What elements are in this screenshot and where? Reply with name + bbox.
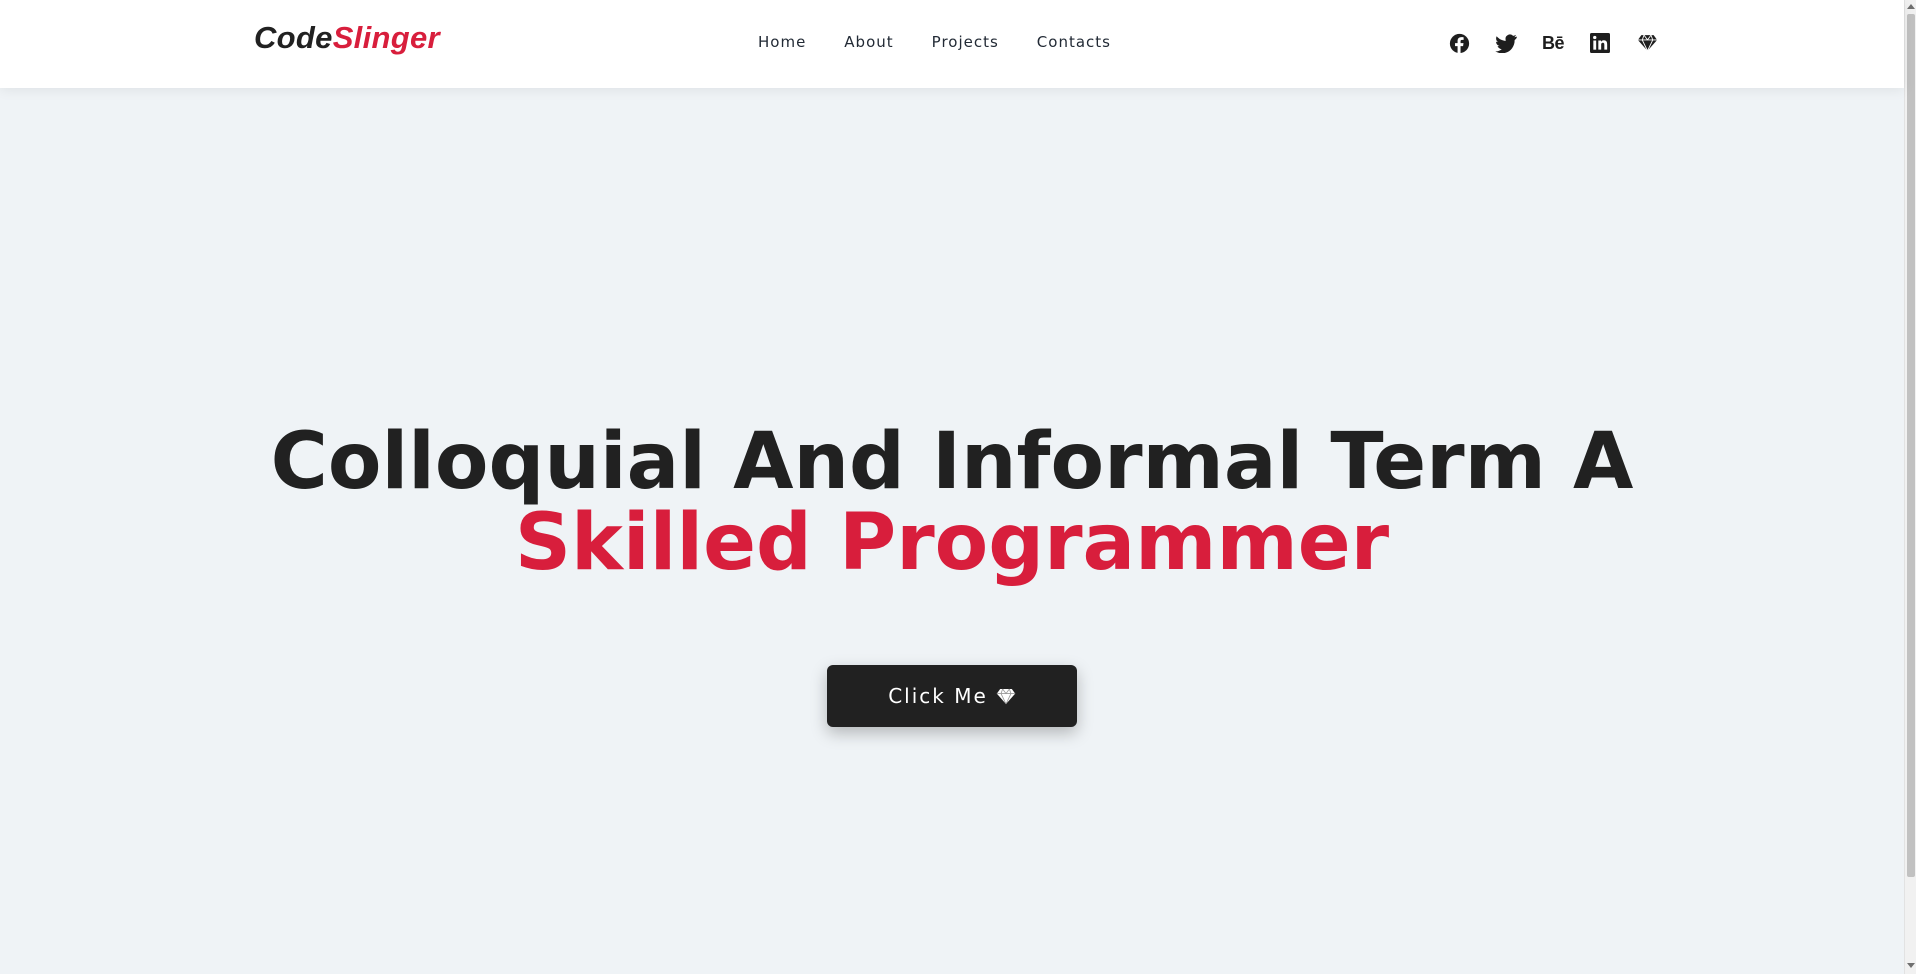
hero-section: Colloquial And Informal Term A Skilled P… <box>0 88 1904 974</box>
twitter-link[interactable] <box>1493 30 1519 56</box>
nav-projects[interactable]: Projects <box>932 33 999 51</box>
logo-part-code: Code <box>254 20 333 55</box>
nav-contacts[interactable]: Contacts <box>1037 33 1111 51</box>
scroll-up-arrow-icon[interactable] <box>1907 4 1915 9</box>
facebook-icon <box>1449 33 1469 54</box>
page: CodeSlinger Home About Projects Contacts… <box>0 0 1904 974</box>
hero-title-line2: Skilled Programmer <box>514 498 1390 588</box>
gem-link[interactable] <box>1634 30 1660 56</box>
logo-part-slinger: Slinger <box>332 20 440 55</box>
hero-title-line1: Colloquial And Informal Term A <box>270 417 1634 507</box>
gem-icon <box>1637 34 1657 52</box>
gem-icon <box>996 688 1016 705</box>
vertical-scrollbar[interactable] <box>1904 0 1916 974</box>
facebook-link[interactable] <box>1446 30 1472 56</box>
site-header: CodeSlinger Home About Projects Contacts… <box>0 0 1904 88</box>
click-me-button[interactable]: Click Me <box>827 665 1077 727</box>
nav-about[interactable]: About <box>844 33 893 51</box>
main-nav: Home About Projects Contacts <box>758 33 1149 51</box>
click-me-label: Click Me <box>888 684 988 708</box>
nav-home[interactable]: Home <box>758 33 806 51</box>
scroll-down-arrow-icon[interactable] <box>1907 963 1915 968</box>
behance-link[interactable]: Bē <box>1540 30 1566 56</box>
behance-icon: Bē <box>1541 32 1565 53</box>
twitter-icon <box>1495 33 1517 53</box>
linkedin-icon <box>1590 33 1610 53</box>
site-logo[interactable]: CodeSlinger <box>254 20 440 56</box>
scroll-thumb[interactable] <box>1907 14 1915 877</box>
linkedin-link[interactable] <box>1587 30 1613 56</box>
social-links: Bē <box>1446 30 1681 56</box>
